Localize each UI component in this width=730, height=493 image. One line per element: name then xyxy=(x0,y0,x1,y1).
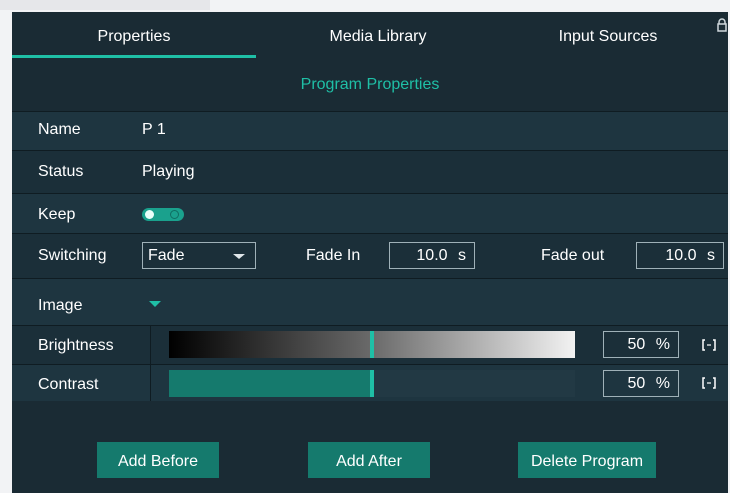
toggle-knob xyxy=(145,210,154,219)
section-title: Program Properties xyxy=(300,76,440,93)
switching-select[interactable]: Fade xyxy=(142,242,256,269)
fade-in-unit: s xyxy=(458,247,466,264)
fade-in-label: Fade In xyxy=(306,247,361,264)
switching-row: Switching Fade Fade In 10.0 s Fade out 1… xyxy=(12,233,728,278)
name-label: Name xyxy=(38,121,81,138)
switching-label: Switching xyxy=(38,247,107,264)
brightness-unit: % xyxy=(655,336,670,353)
tab-properties-label: Properties xyxy=(97,28,171,45)
tab-media-library-label: Media Library xyxy=(329,28,427,45)
contrast-label: Contrast xyxy=(38,376,99,393)
fade-out-label: Fade out xyxy=(541,247,605,264)
fade-out-input[interactable]: 10.0 s xyxy=(636,242,724,269)
keep-toggle[interactable] xyxy=(142,208,184,221)
image-label: Image xyxy=(38,297,83,314)
keep-row: Keep xyxy=(12,193,728,233)
brightness-label: Brightness xyxy=(38,337,114,354)
brightness-row: Brightness 50 % xyxy=(12,325,728,364)
lock-icon[interactable] xyxy=(716,18,728,32)
add-before-button[interactable]: Add Before xyxy=(97,442,219,478)
contrast-slider-fill xyxy=(169,370,372,397)
fade-in-value: 10.0 xyxy=(416,247,448,264)
tab-properties[interactable]: Properties xyxy=(12,12,256,58)
brightness-slider[interactable] xyxy=(169,331,575,358)
tab-bar: Properties Media Library Input Sources xyxy=(12,12,728,58)
status-value: Playing xyxy=(142,163,195,180)
keep-label: Keep xyxy=(38,206,76,223)
chevron-down-icon[interactable] xyxy=(149,301,161,307)
switching-select-value: Fade xyxy=(148,247,185,264)
reset-icon[interactable] xyxy=(702,376,716,390)
brightness-input[interactable]: 50 % xyxy=(603,331,679,358)
fade-in-input[interactable]: 10.0 s xyxy=(389,242,475,269)
active-tab-indicator xyxy=(12,55,256,58)
contrast-input[interactable]: 50 % xyxy=(603,370,679,397)
fade-out-unit: s xyxy=(707,247,715,264)
contrast-unit: % xyxy=(655,375,670,392)
status-row: Status Playing xyxy=(12,150,728,193)
tab-input-sources[interactable]: Input Sources xyxy=(500,12,716,58)
properties-panel: Properties Media Library Input Sources P… xyxy=(12,12,728,493)
contrast-row: Contrast 50 % xyxy=(12,364,728,401)
row-divider xyxy=(150,365,151,401)
toggle-ring xyxy=(170,210,179,219)
add-after-button[interactable]: Add After xyxy=(308,442,430,478)
contrast-slider[interactable] xyxy=(169,370,575,397)
delete-program-button[interactable]: Delete Program xyxy=(518,442,656,478)
row-divider xyxy=(150,326,151,364)
contrast-slider-handle[interactable] xyxy=(370,370,374,397)
tab-input-sources-label: Input Sources xyxy=(558,28,658,45)
chevron-down-icon xyxy=(233,254,245,259)
name-row: Name P 1 xyxy=(12,111,728,150)
fade-out-value: 10.0 xyxy=(665,247,697,264)
status-label: Status xyxy=(38,163,84,180)
tab-media-library[interactable]: Media Library xyxy=(256,12,500,58)
reset-icon[interactable] xyxy=(702,338,716,352)
brightness-value: 50 xyxy=(627,336,646,353)
contrast-value: 50 xyxy=(627,375,646,392)
name-value[interactable]: P 1 xyxy=(142,121,166,139)
image-row: Image xyxy=(12,278,728,325)
brightness-slider-handle[interactable] xyxy=(370,331,374,358)
background-shape xyxy=(0,0,210,10)
